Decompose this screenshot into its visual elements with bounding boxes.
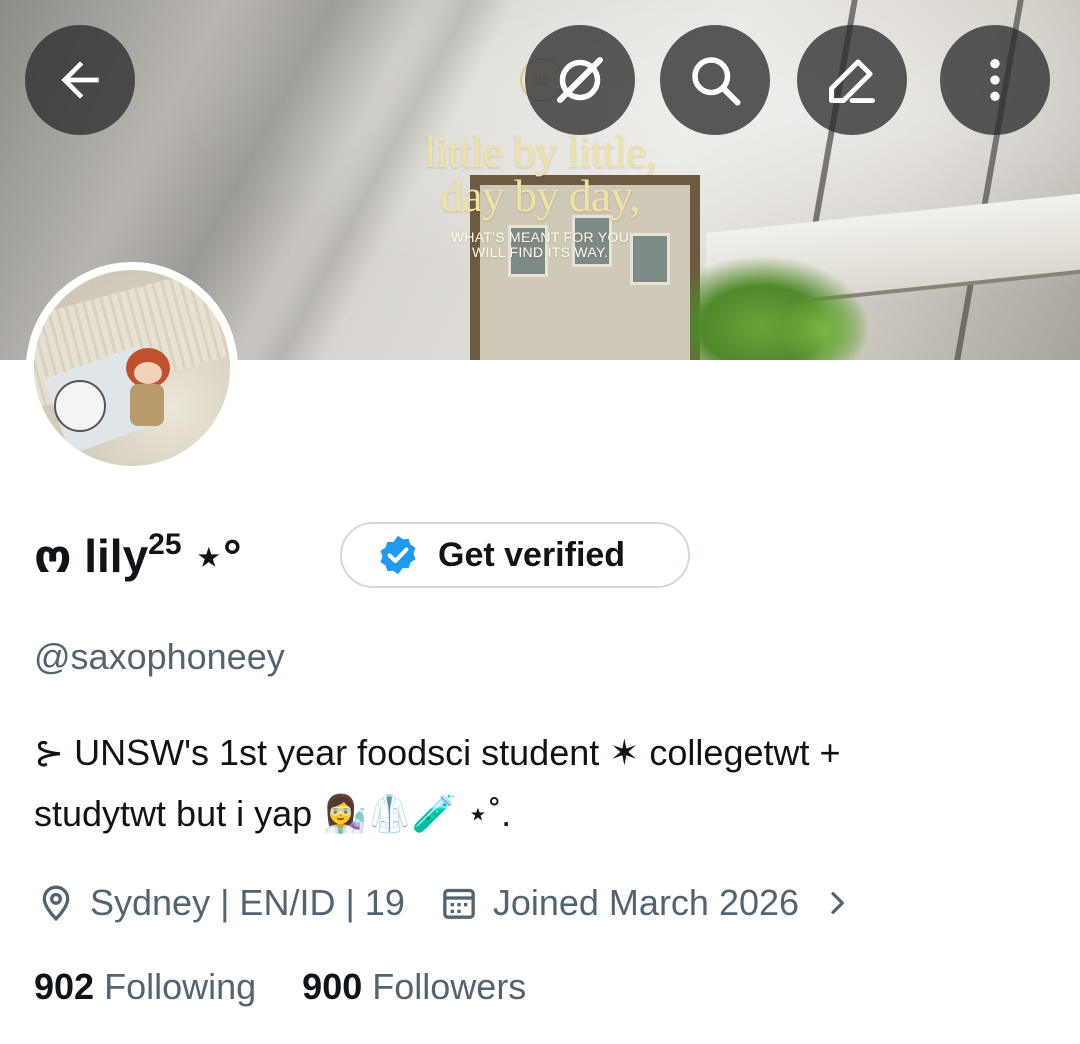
profile-meta: Sydney | EN/ID | 19 Joined March 2026 bbox=[36, 878, 853, 928]
following-link[interactable]: 902 Following bbox=[34, 966, 256, 1008]
chevron-right-icon bbox=[831, 892, 844, 914]
avatar-image bbox=[34, 270, 230, 466]
display-name-row: ო lily25 ⋆° bbox=[34, 522, 242, 588]
quote-line-1: little by little, bbox=[423, 126, 657, 177]
user-handle: @saxophoneey bbox=[34, 636, 285, 677]
following-count: 902 bbox=[34, 966, 95, 1007]
get-verified-button[interactable]: Get verified bbox=[340, 522, 690, 588]
bio-line-1: ⊱ UNSW's 1st year foodsci student ✶ coll… bbox=[34, 732, 841, 773]
grok-button[interactable] bbox=[525, 25, 635, 135]
banner-quote: 09 little by little, day by day, WHAT'S … bbox=[380, 58, 700, 260]
avatar[interactable] bbox=[26, 262, 238, 474]
calendar-icon bbox=[443, 888, 475, 919]
bio: ⊱ UNSW's 1st year foodsci student ✶ coll… bbox=[34, 722, 1034, 844]
followers-label: Followers bbox=[372, 966, 527, 1007]
edit-button[interactable] bbox=[797, 25, 907, 135]
followers-count: 900 bbox=[302, 966, 363, 1007]
get-verified-label: Get verified bbox=[438, 535, 626, 574]
pencil-icon bbox=[829, 59, 875, 103]
location-pin-icon bbox=[42, 885, 70, 922]
joined-text: Joined March 2026 bbox=[492, 882, 800, 923]
followers-link[interactable]: 900 Followers bbox=[302, 966, 526, 1008]
following-label: Following bbox=[104, 966, 257, 1007]
bio-line-2: studytwt but i yap 👩‍🔬🥼🧪 ⋆˚. bbox=[34, 793, 512, 834]
follow-counts: 902 Following 900 Followers bbox=[34, 966, 526, 1008]
arrow-left-icon bbox=[61, 61, 99, 99]
verified-badge-icon bbox=[380, 535, 416, 575]
location-item: Sydney | EN/ID | 19 bbox=[36, 882, 405, 924]
banner-plant bbox=[780, 290, 870, 360]
quote-line-3: WHAT'S MEANT FOR YOU WILL FIND ITS WAY. bbox=[450, 229, 630, 260]
grok-icon bbox=[557, 57, 603, 103]
display-name: ო lily25 ⋆° bbox=[34, 527, 242, 582]
location-text: Sydney | EN/ID | 19 bbox=[90, 882, 405, 923]
more-vertical-icon bbox=[990, 59, 1000, 101]
more-button[interactable] bbox=[940, 25, 1050, 135]
quote-line-2: day by day, bbox=[440, 170, 640, 221]
search-icon bbox=[692, 57, 741, 106]
search-button[interactable] bbox=[660, 25, 770, 135]
back-button[interactable] bbox=[25, 25, 135, 135]
joined-item[interactable]: Joined March 2026 bbox=[439, 882, 853, 924]
